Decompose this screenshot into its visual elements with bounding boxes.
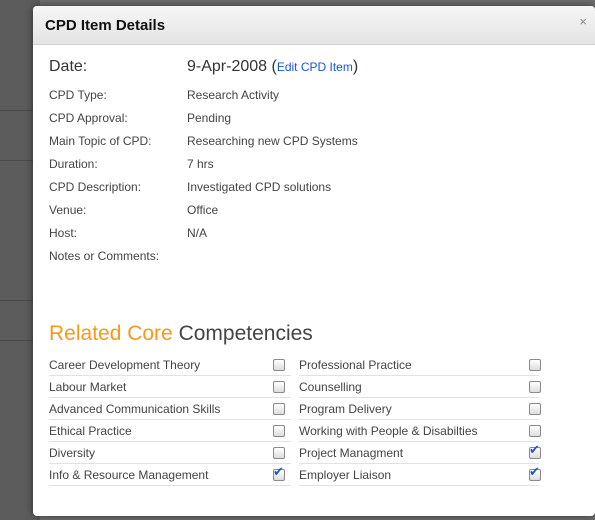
detail-value: Research Activity: [187, 88, 280, 102]
competency-checkbox[interactable]: [273, 403, 285, 415]
competency-label: Diversity: [49, 446, 96, 460]
competency-label: Working with People & Disabilties: [299, 424, 478, 438]
competency-label: Project Managment: [299, 446, 404, 460]
detail-value: N/A: [187, 226, 208, 240]
competency-checkbox[interactable]: [529, 443, 541, 459]
competency-checkbox[interactable]: [529, 465, 541, 481]
competency-label: Advanced Communication Skills: [49, 402, 221, 416]
dialog-title: CPD Item Details: [45, 17, 166, 34]
detail-row: Main Topic of CPD: Researching new CPD Sy…: [49, 130, 569, 153]
close-icon[interactable]: ×: [579, 14, 587, 29]
competency-label: Counselling: [299, 380, 362, 394]
detail-value: Office: [187, 203, 219, 217]
detail-label: Notes or Comments:: [49, 249, 160, 263]
competencies-grid: Career Development Theory Professional Pr…: [49, 354, 543, 486]
competency-label: Program Delivery: [299, 402, 392, 416]
detail-label: Venue:: [49, 203, 87, 217]
detail-row: CPD Description: Investigated CPD solutio…: [49, 176, 569, 199]
competency-label: Career Development Theory: [49, 358, 201, 372]
competency-checkbox[interactable]: [273, 359, 285, 371]
competency-row: Labour Market Counselling: [49, 376, 543, 398]
detail-row: Venue: Office: [49, 199, 569, 222]
detail-value: Investigated CPD solutions: [187, 180, 332, 194]
competency-checkbox[interactable]: [529, 403, 541, 415]
detail-value: 7 hrs: [187, 157, 214, 171]
competency-label: Labour Market: [49, 380, 127, 394]
detail-value: Pending: [187, 111, 232, 125]
detail-row: Notes or Comments:: [49, 245, 569, 268]
competency-row: Career Development Theory Professional Pr…: [49, 354, 543, 376]
row-divider: [49, 485, 291, 486]
detail-label: CPD Approval:: [49, 111, 128, 125]
date-value-group: 9-Apr-2008 (Edit CPD Item): [187, 58, 359, 75]
detail-row: Duration: 7 hrs: [49, 153, 569, 176]
competency-checkbox[interactable]: [273, 425, 285, 437]
competency-checkbox[interactable]: [529, 425, 541, 437]
dialog-header: CPD Item Details ×: [33, 6, 595, 45]
date-label: Date:: [49, 58, 88, 75]
competency-row: Info & Resource Management Employer Liais…: [49, 464, 543, 486]
detail-value: Researching new CPD Systems: [187, 134, 358, 148]
detail-row: CPD Approval: Pending: [49, 107, 569, 130]
competency-label: Employer Liaison: [299, 468, 392, 482]
row-divider: [299, 485, 539, 486]
detail-row: CPD Type: Research Activity: [49, 84, 569, 107]
competency-checkbox[interactable]: [529, 359, 541, 371]
competency-checkbox[interactable]: [273, 447, 285, 459]
details-section: Date: 9-Apr-2008 (Edit CPD Item) CPD Typ…: [49, 56, 569, 268]
competency-checkbox[interactable]: [529, 381, 541, 393]
cpd-item-details-dialog: CPD Item Details × Date: 9-Apr-2008 (Edi…: [33, 6, 595, 516]
detail-label: Main Topic of CPD:: [49, 134, 152, 148]
date-value: 9-Apr-2008: [187, 58, 268, 75]
competency-label: Info & Resource Management: [49, 468, 209, 482]
competency-row: Ethical Practice Working with People & Di…: [49, 420, 543, 442]
competency-label: Ethical Practice: [49, 424, 132, 438]
heading-accent: Related Core: [49, 322, 173, 345]
competency-label: Professional Practice: [299, 358, 412, 372]
detail-label: CPD Description:: [49, 180, 142, 194]
competency-checkbox[interactable]: [273, 465, 285, 481]
competency-row: Advanced Communication Skills Program Del…: [49, 398, 543, 420]
detail-label: Duration:: [49, 157, 98, 171]
date-row: Date: 9-Apr-2008 (Edit CPD Item): [49, 56, 569, 84]
detail-label: CPD Type:: [49, 88, 107, 102]
competency-row: Diversity Project Managment: [49, 442, 543, 464]
detail-row: Host: N/A: [49, 222, 569, 245]
competency-checkbox[interactable]: [273, 381, 285, 393]
competencies-heading: Related Core Competencies: [49, 322, 313, 346]
detail-label: Host:: [49, 226, 78, 240]
edit-cpd-item-link[interactable]: Edit CPD Item: [277, 60, 353, 74]
heading-rest: Competencies: [178, 322, 313, 345]
